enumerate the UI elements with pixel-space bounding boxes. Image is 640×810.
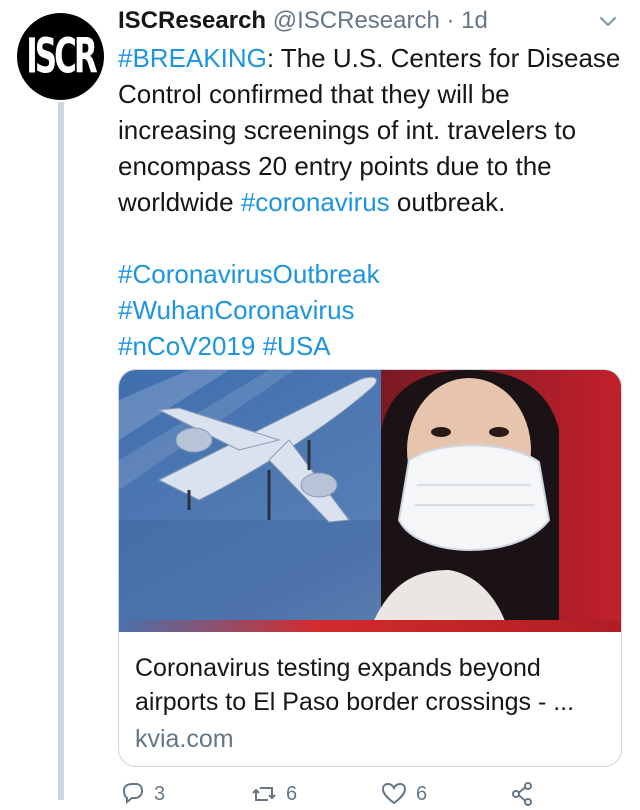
display-name[interactable]: ISCResearch <box>118 7 266 34</box>
chevron-down-icon[interactable] <box>596 14 620 30</box>
card-image <box>119 370 621 632</box>
like-count: 6 <box>416 782 428 805</box>
hashtag-link[interactable]: #WuhanCoronavirus <box>118 295 355 325</box>
share-button[interactable] <box>508 780 536 808</box>
hashtag-link[interactable]: #nCoV2019 <box>118 331 255 361</box>
share-icon <box>512 782 532 806</box>
tweet-text-line: encompass 20 entry points due to the <box>118 148 628 184</box>
like-icon <box>381 782 407 805</box>
tweet-text-segment: encompass 20 entry points due to the <box>118 151 552 181</box>
reply-count: 3 <box>154 782 166 805</box>
tweet-text: #BREAKING: The U.S. Centers for Disease C… <box>118 40 628 364</box>
tweet-text-line: Control confirmed that they will be <box>118 76 628 112</box>
thread-line <box>58 102 64 800</box>
card-title-line: Coronavirus testing expands beyond <box>135 654 541 682</box>
tweet-text-segment <box>255 331 262 361</box>
retweet-button[interactable]: 6 <box>250 780 297 808</box>
action-bar: 3 6 6 <box>118 780 618 810</box>
tweet-text-line: worldwide #coronavirus outbreak. <box>118 184 628 220</box>
reply-icon <box>122 783 144 805</box>
card-title: Coronavirus testing expands beyond airpo… <box>135 651 613 719</box>
retweet-icon <box>252 787 276 801</box>
tweet-text-segment: increasing screenings of int. travelers … <box>118 115 577 145</box>
like-button[interactable]: 6 <box>380 780 427 808</box>
avatar[interactable]: ISCR <box>17 13 104 100</box>
tweet-text-segment: : The U.S. Centers for Disease <box>266 43 621 73</box>
hashtag-link[interactable]: #CoronavirusOutbreak <box>118 259 380 289</box>
tweet-text-segment: worldwide <box>118 187 241 217</box>
card-title-line: airports to El Paso border crossings - .… <box>135 688 575 716</box>
timestamp[interactable]: 1d <box>461 7 488 34</box>
tweet-text-line: increasing screenings of int. travelers … <box>118 112 628 148</box>
tweet-text-segment: Control confirmed that they will be <box>118 79 510 109</box>
retweet-count: 6 <box>286 782 298 805</box>
hashtag-link[interactable]: #USA <box>263 331 331 361</box>
reply-button[interactable]: 3 <box>118 780 165 808</box>
tweet-text-line: #WuhanCoronavirus <box>118 292 628 328</box>
link-card[interactable]: Coronavirus testing expands beyond airpo… <box>118 369 622 767</box>
avatar-text: ISCR <box>26 28 98 85</box>
handle[interactable]: @ISCResearch <box>273 7 440 34</box>
tweet-text-line: #CoronavirusOutbreak <box>118 256 628 292</box>
hashtag-link[interactable]: #coronavirus <box>241 187 390 217</box>
tweet-text-segment: outbreak. <box>389 187 506 217</box>
tweet-text-line <box>118 220 628 256</box>
hashtag-link[interactable]: #BREAKING <box>118 43 267 73</box>
card-domain: kvia.com <box>135 725 234 753</box>
tweet-header: ISCResearch @ISCResearch · 1d <box>118 7 488 35</box>
tweet-text-line: #nCoV2019 #USA <box>118 328 628 364</box>
separator: · <box>439 7 462 34</box>
tweet-text-line: #BREAKING: The U.S. Centers for Disease <box>118 40 628 76</box>
